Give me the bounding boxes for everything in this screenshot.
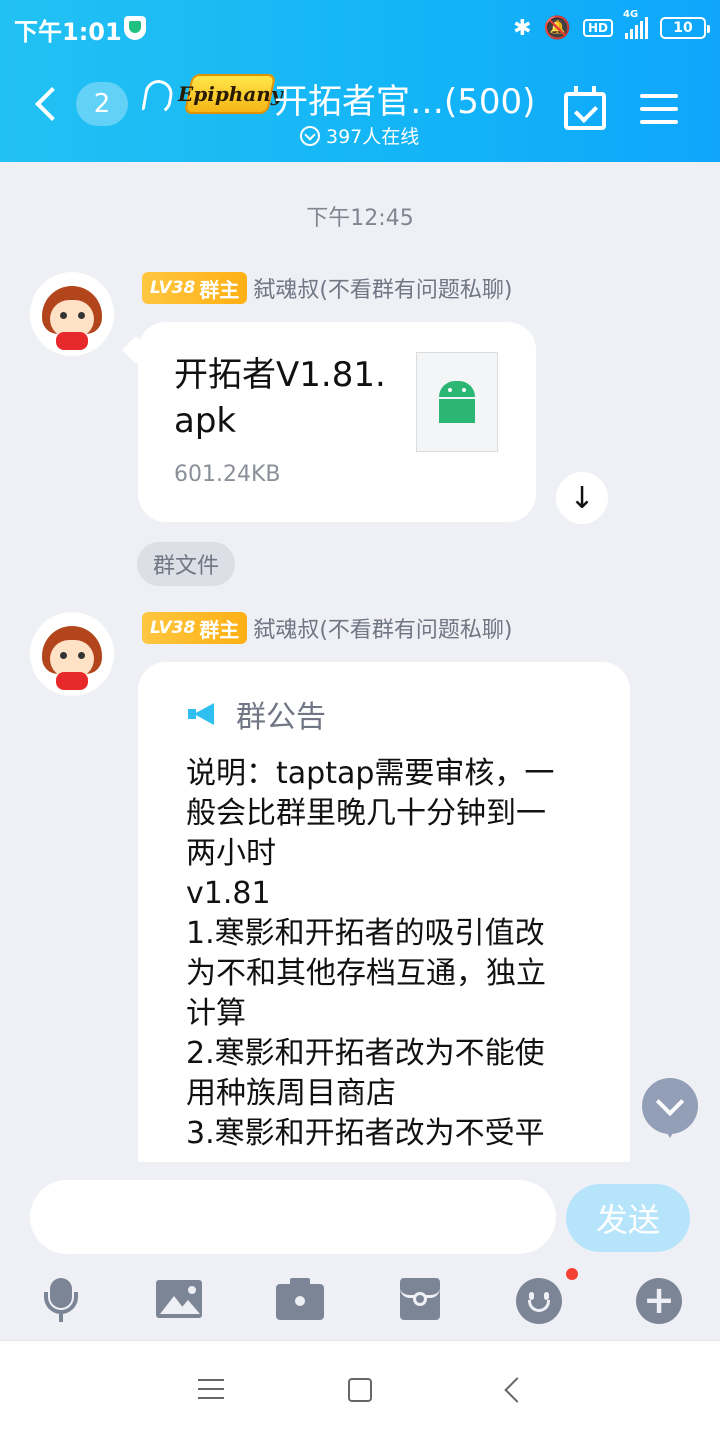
online-count[interactable]: 397人在线: [300, 122, 419, 149]
group-logo: Epiphany: [178, 74, 282, 114]
status-time: 下午1:01: [14, 18, 122, 46]
level-badge: LV38 群主: [142, 272, 248, 304]
battery-icon: 10: [660, 17, 710, 39]
bluetooth-icon: ✱: [513, 15, 532, 41]
notice-line: 说明：taptap需要审核，一: [186, 756, 555, 791]
file-name: 开拓者V1.81.apk: [174, 355, 386, 441]
sender-info: LV38 群主 弑魂叔(不看群有问题私聊): [142, 272, 512, 304]
back-button[interactable]: 2: [30, 82, 128, 126]
online-label: 397人在线: [326, 126, 420, 148]
logo-text: Epiphany: [177, 82, 283, 106]
menu-icon[interactable]: [640, 94, 678, 124]
status-bar: 下午1:01 ✱ 🔕 HD 4G 10: [0, 0, 720, 56]
group-notice-bubble[interactable]: 群公告 说明：taptap需要审核，一 般会比群里晚几十分钟到一 两小时 v1.…: [138, 662, 630, 1162]
sender-name[interactable]: 弑魂叔(不看群有问题私聊): [253, 272, 512, 304]
notice-line: 为不和其他存档互通，独立: [186, 956, 546, 991]
notice-line: 2.寒影和开拓者改为不能使: [186, 1036, 545, 1071]
notice-body: 说明：taptap需要审核，一 般会比群里晚几十分钟到一 两小时 v1.81 1…: [186, 754, 596, 1154]
notice-line: 用种族周目商店: [186, 1076, 396, 1111]
plus-icon[interactable]: +: [636, 1278, 682, 1324]
network-type: 4G: [623, 9, 639, 20]
status-indicators: ✱ 🔕 HD 4G 10: [513, 9, 710, 44]
sender-info: LV38 群主 弑魂叔(不看群有问题私聊): [142, 612, 512, 644]
mute-icon: 🔕: [543, 15, 571, 41]
input-toolbar: +: [0, 1270, 720, 1330]
red-packet-icon[interactable]: [398, 1278, 444, 1322]
megaphone-icon: [188, 703, 216, 725]
arrow-down-icon: ↓: [569, 480, 595, 516]
shield-icon: [124, 16, 146, 40]
unread-count: 2: [76, 82, 128, 126]
level-text: LV38: [150, 618, 196, 638]
notice-header: 群公告: [188, 692, 326, 736]
notification-dot: [566, 1268, 578, 1280]
notice-line: 3.寒影和开拓者改为不受平: [186, 1116, 545, 1151]
recent-apps-icon[interactable]: [198, 1379, 224, 1401]
camera-icon[interactable]: [276, 1278, 324, 1322]
back-icon[interactable]: [504, 1377, 530, 1403]
notice-title: 群公告: [236, 700, 326, 735]
sender-name[interactable]: 弑魂叔(不看群有问题私聊): [253, 612, 512, 644]
group-title[interactable]: 开拓者官…(500): [274, 74, 535, 123]
role-text: 群主: [199, 277, 240, 302]
level-badge: LV38 群主: [142, 612, 248, 644]
message-input[interactable]: [30, 1180, 556, 1254]
notice-line: 1.寒影和开拓者的吸引值改: [186, 916, 545, 951]
chat-header: 下午1:01 ✱ 🔕 HD 4G 10 2 Epiphany 开拓者官…(500…: [0, 0, 720, 162]
message-timestamp: 下午12:45: [306, 206, 414, 231]
send-button[interactable]: 发送: [566, 1184, 690, 1252]
avatar[interactable]: [30, 612, 114, 696]
android-apk-icon: [416, 352, 498, 452]
home-icon[interactable]: [348, 1378, 372, 1402]
chevron-left-icon: [35, 87, 69, 121]
emoji-icon[interactable]: [516, 1278, 562, 1324]
calendar-check-icon[interactable]: [564, 86, 606, 130]
hd-icon: HD: [582, 19, 613, 37]
system-nav-bar: [0, 1340, 720, 1440]
notice-line: 两小时: [186, 836, 276, 871]
level-text: LV38: [150, 278, 196, 298]
input-area: 发送 +: [0, 1162, 720, 1340]
file-message-bubble[interactable]: 开拓者V1.81.apk 601.24KB: [138, 322, 536, 522]
notice-line: v1.81: [186, 876, 271, 911]
notice-line: 般会比群里晚几十分钟到一: [186, 796, 546, 831]
group-file-tag[interactable]: 群文件: [137, 542, 236, 586]
mic-icon[interactable]: [38, 1278, 84, 1322]
chevron-down-circle-icon: [300, 125, 320, 146]
avatar[interactable]: [30, 272, 114, 356]
signal-icon: 4G: [623, 9, 648, 39]
scroll-to-bottom-button[interactable]: [642, 1078, 698, 1138]
notice-line: 计算: [186, 996, 246, 1031]
role-text: 群主: [199, 617, 240, 642]
file-size: 601.24KB: [174, 462, 281, 487]
download-button[interactable]: ↓: [556, 472, 608, 524]
earpiece-mode-icon[interactable]: [141, 77, 175, 117]
image-icon[interactable]: [156, 1278, 202, 1322]
